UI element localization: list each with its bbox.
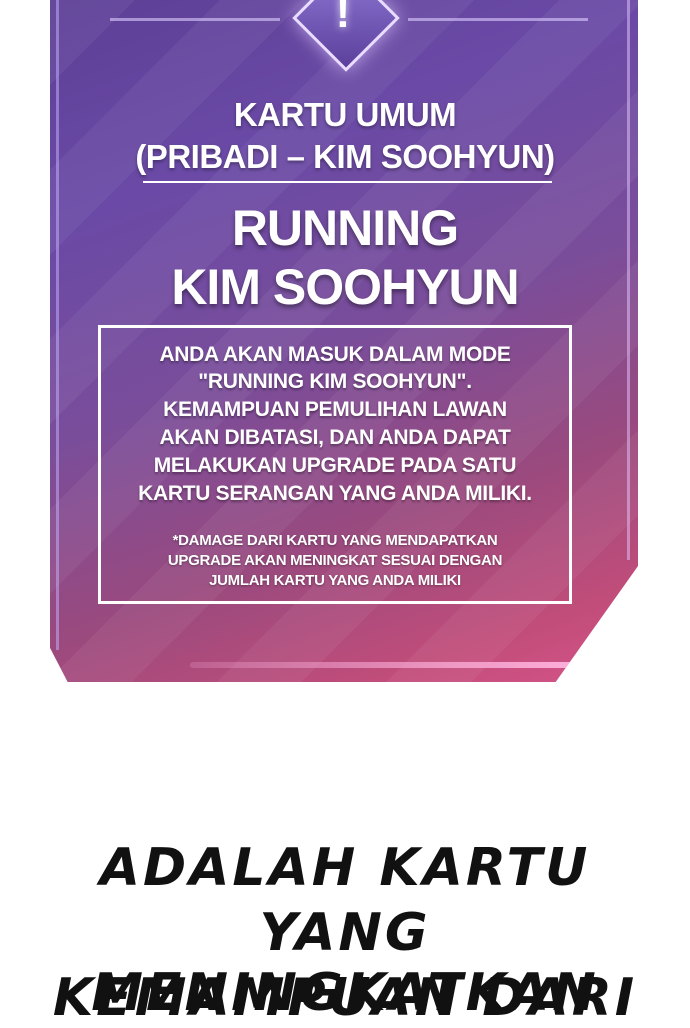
description-line: MELAKUKAN UPGRADE PADA SATU [153,454,517,477]
description-line: KARTU SERANGAN YANG ANDA MILIKI. [138,482,532,505]
note-line: UPGRADE AKAN MENINGKAT SESUAI DENGAN [167,552,503,569]
card-corner-glow [650,517,658,634]
card-owner: (PRIBADI – KIM SOOHYUN) [135,138,555,175]
description-line: AKAN DIBATASI, DAN ANDA DAPAT [159,426,511,449]
exclamation-mark: ! [335,0,351,37]
emblem-line-left [110,18,280,21]
warning-icon: ! [288,0,400,72]
description-line: ANDA AKAN MASUK DALAM MODE [159,343,511,366]
card-frame-right [615,0,630,560]
emblem-line-right [408,18,588,21]
description-line: KEMAMPUAN PEMULIHAN LAWAN [163,398,507,421]
note-line: *DAMAGE DARI KARTU YANG MENDAPATKAN [172,532,498,549]
description-line: "RUNNING KIM SOOHYUN". [198,370,472,393]
card-category: KARTU UMUM [233,96,457,133]
caption-line: KEMAMPUAN DARI [52,968,638,1028]
title-divider [143,181,552,183]
card-title-line2: KIM SOOHYUN [171,259,519,315]
card-title-line1: RUNNING [231,200,459,256]
note-line: JUMLAH KARTU YANG ANDA MILIKI [209,572,461,589]
card-frame-left [56,0,73,650]
caption-line: ADALAH KARTU [99,838,591,898]
card-bottom-glow [190,662,600,668]
